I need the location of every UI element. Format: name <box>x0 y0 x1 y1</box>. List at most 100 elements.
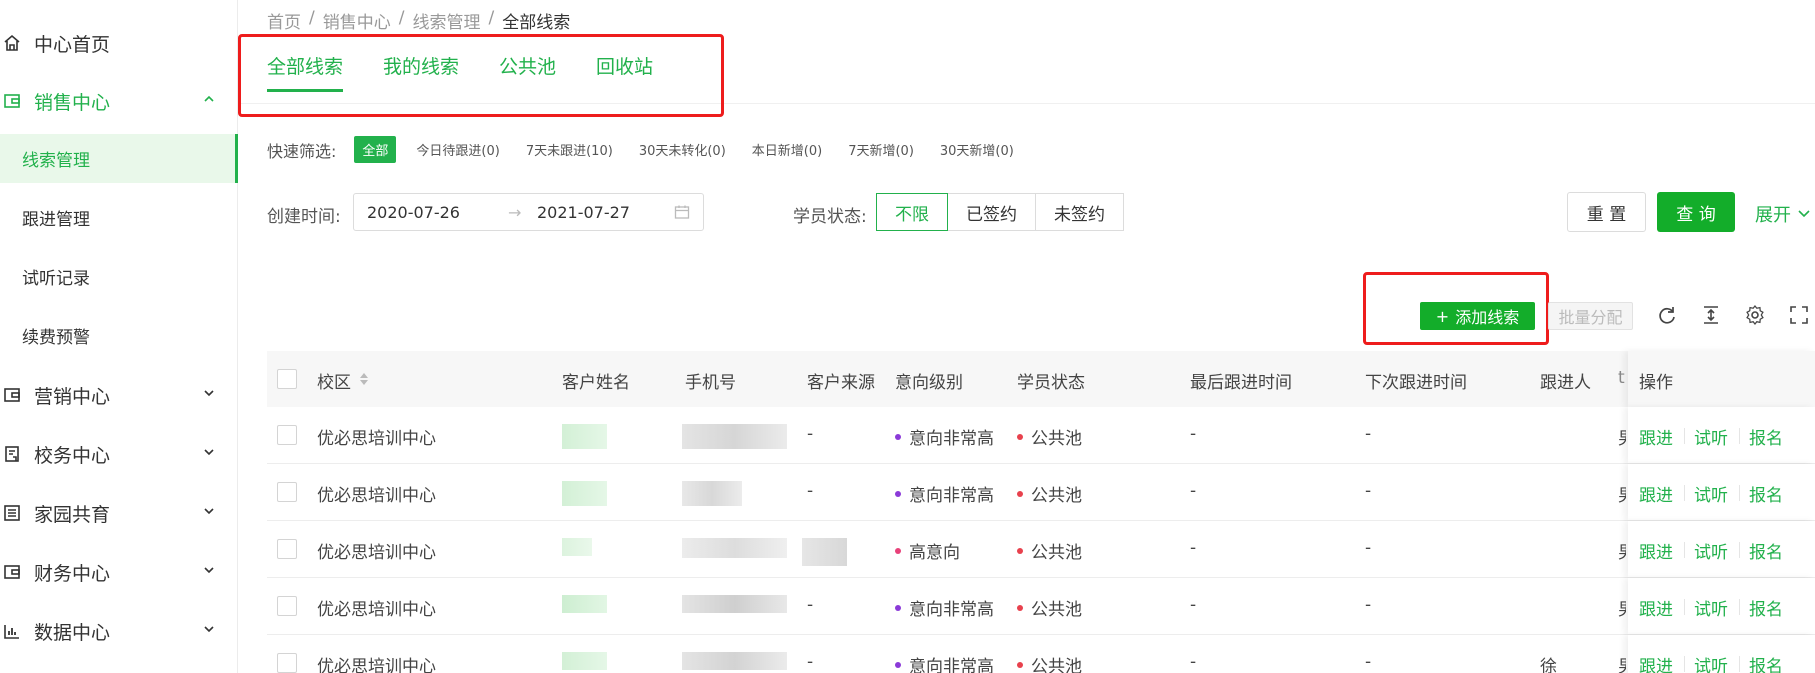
breadcrumb-separator: / <box>309 8 315 28</box>
sidebar-item-home[interactable]: 中心首页 <box>0 14 238 72</box>
intent-dot-icon <box>895 548 901 554</box>
action-trial[interactable]: 试听 <box>1694 424 1728 449</box>
row-checkbox[interactable] <box>277 425 297 445</box>
cell-phone-redacted <box>682 595 787 613</box>
action-follow-up[interactable]: 跟进 <box>1639 595 1673 620</box>
app-root: 中心首页 销售中心 线索管理 跟进管理 试听记录 续费预警 营销中心 校务中心 … <box>0 0 1815 673</box>
sidebar-item-data[interactable]: 数据中心 <box>0 602 238 660</box>
action-follow-up[interactable]: 跟进 <box>1639 481 1673 506</box>
action-trial[interactable]: 试听 <box>1694 652 1728 673</box>
status-option-any[interactable]: 不限 <box>876 193 948 231</box>
tab-my-leads[interactable]: 我的线索 <box>383 52 459 92</box>
row-checkbox[interactable] <box>277 539 297 559</box>
row-checkbox[interactable] <box>277 596 297 616</box>
cell-last-follow: - <box>1190 538 1197 558</box>
status-option-signed[interactable]: 已签约 <box>947 193 1036 231</box>
quick-chip-30d-not-converted[interactable]: 30天未转化(0) <box>639 140 726 159</box>
tab-recycle-bin[interactable]: 回收站 <box>596 52 653 92</box>
sidebar-subitem-label: 续费预警 <box>22 328 90 348</box>
batch-assign-button[interactable]: 批量分配 <box>1548 302 1633 330</box>
cell-campus: 优必思培训中心 <box>317 600 436 620</box>
column-height-icon[interactable] <box>1700 304 1722 326</box>
cell-source: - <box>807 595 814 615</box>
cell-fragment: 男 <box>1618 652 1626 673</box>
sidebar-subitem-label: 跟进管理 <box>22 210 90 230</box>
action-trial[interactable]: 试听 <box>1694 538 1728 563</box>
action-enroll[interactable]: 报名 <box>1749 481 1783 506</box>
col-header-name: 客户姓名 <box>562 373 630 393</box>
sidebar-item-school[interactable]: 校务中心 <box>0 425 238 483</box>
action-enroll[interactable]: 报名 <box>1749 595 1783 620</box>
breadcrumb-separator: / <box>398 8 405 28</box>
sidebar-subitem-renewal[interactable]: 续费预警 <box>0 311 238 360</box>
fullscreen-icon[interactable] <box>1788 304 1810 326</box>
action-enroll[interactable]: 报名 <box>1749 538 1783 563</box>
breadcrumb-item-sales[interactable]: 销售中心 <box>323 8 391 33</box>
bar-chart-icon <box>2 621 22 641</box>
list-icon <box>2 503 22 523</box>
wallet-icon <box>2 562 22 582</box>
row-checkbox[interactable] <box>277 482 297 502</box>
cell-next-follow: - <box>1365 481 1372 501</box>
action-divider <box>1739 656 1740 672</box>
quick-chip-7d-not-followed[interactable]: 7天未跟进(10) <box>526 140 613 159</box>
action-trial[interactable]: 试听 <box>1694 481 1728 506</box>
sidebar-item-family[interactable]: 家园共育 <box>0 484 238 542</box>
sidebar-subitem-followup[interactable]: 跟进管理 <box>0 193 238 242</box>
calendar-icon[interactable] <box>674 204 690 220</box>
cell-name-redacted <box>562 538 592 556</box>
cell-phone-redacted <box>682 424 787 449</box>
cell-last-follow: - <box>1190 595 1197 615</box>
sort-icon[interactable] <box>359 371 369 387</box>
col-header-campus[interactable]: 校区 <box>317 368 351 393</box>
quick-chip-today-new[interactable]: 本日新增(0) <box>752 140 822 159</box>
quick-filter-label: 快速筛选: <box>267 141 337 161</box>
action-enroll[interactable]: 报名 <box>1749 424 1783 449</box>
action-divider <box>1739 485 1740 501</box>
action-trial[interactable]: 试听 <box>1694 595 1728 620</box>
student-status-label: 学员状态: <box>793 207 867 227</box>
quick-chip-today-pending[interactable]: 今日待跟进(0) <box>416 140 499 159</box>
select-all-checkbox[interactable] <box>277 369 297 389</box>
action-follow-up[interactable]: 跟进 <box>1639 652 1673 673</box>
row-checkbox[interactable] <box>277 653 297 673</box>
arrow-right-icon: → <box>508 203 522 222</box>
query-button[interactable]: 查 询 <box>1657 192 1735 232</box>
intent-dot-icon <box>895 662 901 668</box>
date-end[interactable]: 2021-07-27 <box>537 203 630 222</box>
status-dot-icon <box>1017 662 1023 668</box>
chevron-down-icon <box>204 567 214 574</box>
sidebar-subitem-leads[interactable]: 线索管理 <box>0 134 238 183</box>
refresh-icon[interactable] <box>1656 304 1678 326</box>
action-follow-up[interactable]: 跟进 <box>1639 424 1673 449</box>
date-start[interactable]: 2020-07-26 <box>367 203 460 222</box>
action-enroll[interactable]: 报名 <box>1749 652 1783 673</box>
status-option-unsigned[interactable]: 未签约 <box>1035 193 1124 231</box>
tab-public-pool[interactable]: 公共池 <box>499 52 556 92</box>
sidebar-subitem-trial[interactable]: 试听记录 <box>0 252 238 301</box>
action-divider <box>1739 428 1740 444</box>
gear-icon[interactable] <box>1744 304 1766 326</box>
status-dot-icon <box>1017 434 1023 440</box>
quick-chip-all[interactable]: 全部 <box>354 136 397 163</box>
reset-button[interactable]: 重 置 <box>1567 192 1646 232</box>
col-header-next-follow: 下次跟进时间 <box>1365 373 1467 393</box>
table-row: 优必思培训中心 - 意向非常高 公共池 - - 男 跟进 试听 报名 <box>267 578 1815 635</box>
add-lead-button[interactable]: + 添加线索 <box>1420 302 1535 330</box>
tab-all-leads[interactable]: 全部线索 <box>267 52 344 92</box>
breadcrumb-item-leads[interactable]: 线索管理 <box>412 8 480 33</box>
row-actions: 男 跟进 试听 报名 <box>1618 578 1815 634</box>
expand-toggle[interactable]: 展开 <box>1755 201 1811 227</box>
quick-chip-30d-new[interactable]: 30天新增(0) <box>940 140 1014 159</box>
table-row: 优必思培训中心 高意向 公共池 - - 男 跟进 试听 报名 <box>267 521 1815 578</box>
breadcrumb-item-home[interactable]: 首页 <box>267 8 301 33</box>
cell-status: 公共池 <box>1017 424 1082 449</box>
date-range-picker[interactable]: 2020-07-26 → 2021-07-27 <box>353 193 704 231</box>
action-follow-up[interactable]: 跟进 <box>1639 538 1673 563</box>
col-header-owner: 跟进人 <box>1540 373 1591 393</box>
col-header-fragment: t <box>1618 368 1625 388</box>
sidebar-item-marketing[interactable]: 营销中心 <box>0 366 238 424</box>
quick-chip-7d-new[interactable]: 7天新增(0) <box>848 140 914 159</box>
sidebar-item-finance[interactable]: 财务中心 <box>0 543 238 601</box>
sidebar-item-sales[interactable]: 销售中心 <box>0 72 238 130</box>
